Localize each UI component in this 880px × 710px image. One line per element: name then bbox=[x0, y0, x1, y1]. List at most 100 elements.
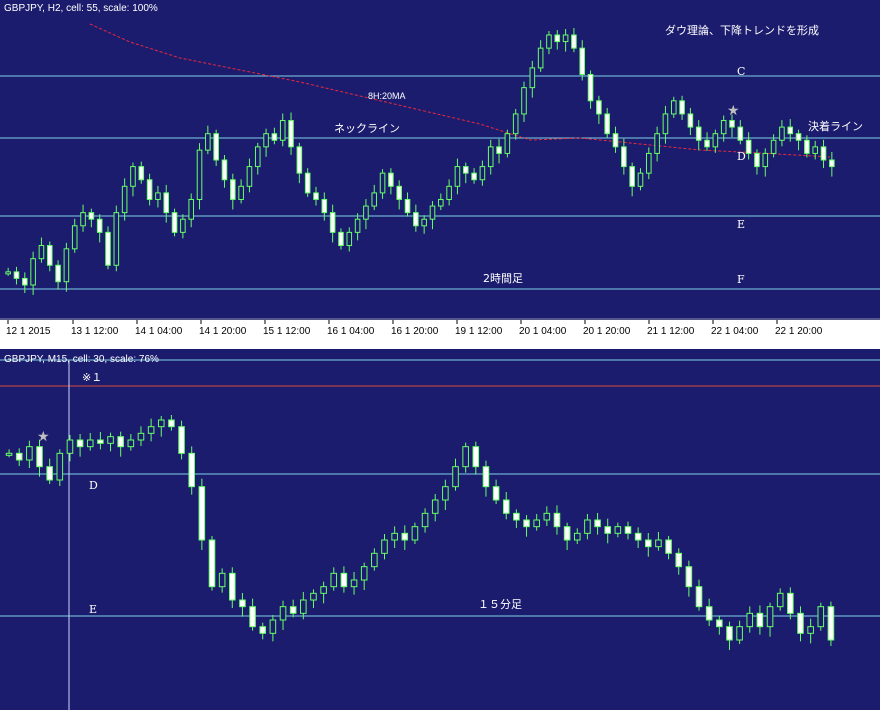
m15-candle bbox=[289, 606, 297, 614]
m15-candle bbox=[391, 532, 398, 541]
level-e-label: E bbox=[737, 218, 745, 231]
m15-candle bbox=[5, 452, 13, 456]
m15-candle bbox=[249, 606, 256, 628]
h2-candle bbox=[80, 212, 86, 227]
x-tick-label: 21 1 12:00 bbox=[647, 326, 695, 337]
h2-candle bbox=[787, 126, 794, 135]
h2-candle bbox=[180, 218, 186, 233]
m15-candle bbox=[787, 592, 794, 614]
marker-note: ※１ bbox=[82, 371, 102, 384]
m15-candle bbox=[421, 512, 429, 528]
m15-candle bbox=[66, 439, 74, 454]
h2-candle bbox=[5, 271, 11, 275]
m15-candle bbox=[36, 446, 43, 468]
h2-candle bbox=[163, 192, 170, 214]
h2-candle bbox=[121, 185, 128, 214]
h2-candle bbox=[812, 146, 818, 154]
x-tick-label: 19 1 12:00 bbox=[455, 326, 503, 337]
m15-candle bbox=[553, 512, 561, 528]
m15-candle bbox=[492, 486, 500, 501]
m15-candle bbox=[746, 612, 754, 628]
m15-candle bbox=[15, 452, 23, 461]
h2-candle bbox=[288, 120, 294, 148]
h2-candle bbox=[155, 192, 161, 200]
h2-candle bbox=[745, 139, 752, 154]
h2-candle bbox=[421, 218, 427, 227]
m15-candle bbox=[624, 526, 632, 534]
m15-candle bbox=[340, 572, 348, 588]
h2-candle bbox=[512, 113, 519, 135]
m15-candle bbox=[147, 426, 155, 434]
h2-candle bbox=[138, 166, 145, 181]
h2-candle bbox=[462, 166, 469, 174]
m15-candle bbox=[127, 439, 135, 448]
h2-candle bbox=[720, 120, 727, 135]
h2-candle bbox=[737, 126, 744, 141]
m15-candle bbox=[533, 519, 540, 528]
x-tick-label: 14 1 20:00 bbox=[199, 326, 247, 337]
m15-candle bbox=[502, 499, 510, 514]
m15-candle bbox=[695, 586, 703, 608]
h2-candle bbox=[338, 231, 344, 247]
h2-candle bbox=[329, 212, 336, 233]
h2-candle bbox=[13, 271, 20, 279]
h2-candle bbox=[188, 198, 194, 220]
m15-candle bbox=[229, 572, 236, 601]
h2-candle bbox=[371, 192, 378, 207]
h2-candle bbox=[829, 159, 835, 168]
h2-candle bbox=[571, 34, 577, 49]
h2-candle bbox=[113, 212, 120, 266]
h2-candle bbox=[379, 172, 386, 194]
x-tick-label: 14 1 04:00 bbox=[135, 326, 183, 337]
star-marker-m15: ★ bbox=[37, 429, 50, 445]
h2-candle bbox=[479, 166, 486, 181]
h2-candle bbox=[96, 218, 103, 233]
h2-panel-background bbox=[0, 0, 880, 320]
m15-candle bbox=[411, 526, 419, 541]
x-tick-label: 16 1 20:00 bbox=[391, 326, 439, 337]
h2-candle bbox=[621, 146, 627, 168]
m15-candle bbox=[86, 439, 94, 448]
h2-candle bbox=[662, 113, 669, 135]
x-tick-label: 15 1 12:00 bbox=[263, 326, 311, 337]
m15-chart-title: GBPJPY, M15, cell: 30, scale: 76% bbox=[4, 354, 159, 365]
h2-candle bbox=[196, 149, 203, 200]
h2-candle bbox=[604, 113, 610, 135]
h2-candle bbox=[254, 146, 261, 168]
m15-candle bbox=[604, 526, 611, 534]
h2-candle bbox=[271, 133, 278, 141]
m15-candle bbox=[442, 486, 449, 501]
m15-candle bbox=[543, 512, 551, 521]
h2-candle bbox=[429, 205, 436, 220]
m15-candle bbox=[472, 446, 480, 468]
timeframe-label-h2: 2時間足 bbox=[483, 272, 523, 285]
h2-candle bbox=[221, 159, 228, 181]
h2-candle bbox=[171, 212, 178, 233]
h2-candle bbox=[296, 146, 303, 174]
m15-candle bbox=[178, 426, 185, 454]
m15-candle bbox=[756, 612, 764, 628]
m15-candle bbox=[776, 592, 784, 608]
h2-candle bbox=[504, 133, 511, 154]
m15-candle bbox=[665, 539, 672, 554]
h2-candle bbox=[63, 248, 70, 283]
m15-candle bbox=[431, 499, 439, 514]
h2-candle bbox=[230, 179, 236, 200]
m15-candle bbox=[594, 519, 601, 528]
m15-candle bbox=[482, 466, 490, 488]
h2-candle bbox=[804, 139, 810, 154]
m15-candle bbox=[117, 436, 124, 448]
m15-candle bbox=[655, 539, 662, 548]
m15-candle bbox=[705, 606, 713, 621]
h2-candle bbox=[213, 133, 219, 161]
h2-candle bbox=[354, 218, 361, 233]
m15-candle bbox=[797, 612, 804, 634]
h2-candle bbox=[629, 166, 635, 187]
h2-candle bbox=[46, 245, 53, 266]
h2-candle bbox=[612, 133, 619, 148]
h2-candle bbox=[646, 152, 652, 174]
level-c-label: C bbox=[737, 65, 745, 78]
m15-candle bbox=[614, 526, 622, 534]
m15-level-e-label: E bbox=[89, 603, 97, 616]
x-tick-label: 20 1 20:00 bbox=[583, 326, 631, 337]
